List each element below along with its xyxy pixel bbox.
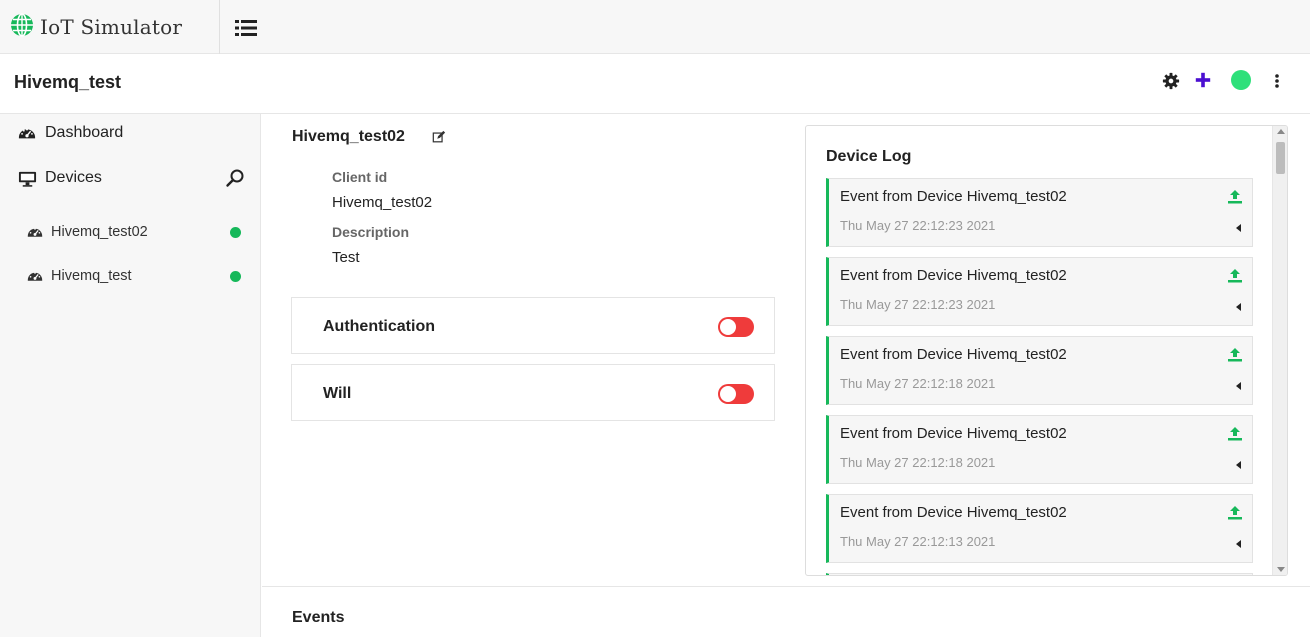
authentication-label: Authentication [323, 318, 435, 335]
sidebar-device-item[interactable]: Hivemq_test [0, 260, 261, 292]
authentication-toggle[interactable] [718, 317, 754, 337]
log-entry-title: Event from Device Hivemq_test02 [840, 425, 1067, 442]
brand[interactable]: IoT Simulator [0, 0, 220, 54]
page-title: Hivemq_test [14, 72, 122, 92]
upload-icon[interactable] [1227, 189, 1243, 205]
description-label: Description [332, 224, 410, 240]
scroll-up-arrow-icon[interactable] [1277, 129, 1285, 134]
log-entry-title: Event from Device Hivemq_test02 [840, 504, 1067, 521]
events-title: Events [292, 609, 345, 626]
scroll-thumb[interactable] [1276, 142, 1285, 174]
log-entry-time: Thu May 27 22:12:18 2021 [840, 376, 996, 391]
connection-status-indicator[interactable] [1231, 70, 1251, 90]
authentication-panel: Authentication [291, 297, 775, 354]
log-entry[interactable]: Event from Device Hivemq_test02 Thu May … [826, 415, 1253, 484]
log-scrollbar[interactable] [1272, 126, 1287, 575]
device-name: Hivemq_test [51, 268, 132, 284]
device-status-dot [230, 227, 241, 238]
caret-left-icon[interactable] [1234, 299, 1242, 311]
sidebar-item-label: Dashboard [45, 124, 124, 141]
caret-left-icon[interactable] [1234, 378, 1242, 390]
will-label: Will [323, 385, 352, 402]
caret-left-icon[interactable] [1234, 220, 1242, 232]
client-id-value: Hivemq_test02 [332, 194, 433, 211]
log-entry-title: Event from Device Hivemq_test02 [840, 346, 1067, 363]
log-entry[interactable]: Event from Device Hivemq_test02 Thu May … [826, 257, 1253, 326]
device-log-panel: Device Log Event from Device Hivemq_test… [805, 125, 1288, 576]
device-gauge-icon [27, 223, 45, 241]
scroll-down-arrow-icon[interactable] [1277, 567, 1285, 572]
upload-icon[interactable] [1227, 426, 1243, 442]
sidebar-device-item[interactable]: Hivemq_test02 [0, 216, 261, 248]
description-value: Test [332, 249, 360, 266]
caret-left-icon[interactable] [1234, 536, 1242, 548]
divider [262, 586, 1310, 587]
dashboard-gauge-icon [17, 123, 37, 143]
device-status-dot [230, 271, 241, 282]
sidebar: Dashboard Devices Hivemq_test02 Hivemq_t… [0, 114, 261, 637]
client-id-label: Client id [332, 169, 388, 185]
globe-icon [10, 12, 34, 42]
log-entry-time: Thu May 27 22:12:23 2021 [840, 297, 996, 312]
will-panel: Will [291, 364, 775, 421]
device-log-title: Device Log [826, 148, 912, 165]
log-entry[interactable]: Event from Device Hivemq_test02 Thu May … [826, 494, 1253, 563]
caret-left-icon[interactable] [1234, 457, 1242, 469]
log-entry-time: Thu May 27 22:12:13 2021 [840, 534, 996, 549]
log-entry[interactable]: Event from Device Hivemq_test02 Thu May … [826, 178, 1253, 247]
sidebar-item-devices[interactable]: Devices [0, 160, 261, 196]
main-content: Hivemq_test02 Client id Hivemq_test02 De… [262, 114, 1310, 637]
will-toggle[interactable] [718, 384, 754, 404]
edit-icon[interactable] [432, 130, 448, 146]
log-entry-time: Thu May 27 22:12:23 2021 [840, 218, 996, 233]
search-icon[interactable] [225, 168, 245, 188]
log-entry-title: Event from Device Hivemq_test02 [840, 188, 1067, 205]
log-entry[interactable]: Event from Device Hivemq_test02 Thu May … [826, 336, 1253, 405]
device-gauge-icon [27, 267, 45, 285]
top-bar: IoT Simulator [0, 0, 1310, 54]
sidebar-item-label: Devices [45, 169, 102, 186]
upload-icon[interactable] [1227, 505, 1243, 521]
upload-icon[interactable] [1227, 347, 1243, 363]
log-entry-time: Thu May 27 22:12:18 2021 [840, 455, 996, 470]
add-plus-icon[interactable] [1193, 70, 1213, 90]
device-name: Hivemq_test02 [51, 224, 148, 240]
upload-icon[interactable] [1227, 268, 1243, 284]
more-options-icon[interactable] [1270, 71, 1284, 91]
monitor-icon [17, 168, 37, 188]
page-header: Hivemq_test [0, 54, 1310, 114]
menu-toggle-icon[interactable] [234, 17, 258, 39]
log-entry-title: Event from Device Hivemq_test02 [840, 267, 1067, 284]
device-title: Hivemq_test02 [292, 128, 405, 145]
app-name: IoT Simulator [40, 15, 183, 39]
log-entry[interactable] [826, 573, 1253, 575]
sidebar-item-dashboard[interactable]: Dashboard [0, 115, 261, 151]
settings-gear-icon[interactable] [1161, 71, 1181, 91]
